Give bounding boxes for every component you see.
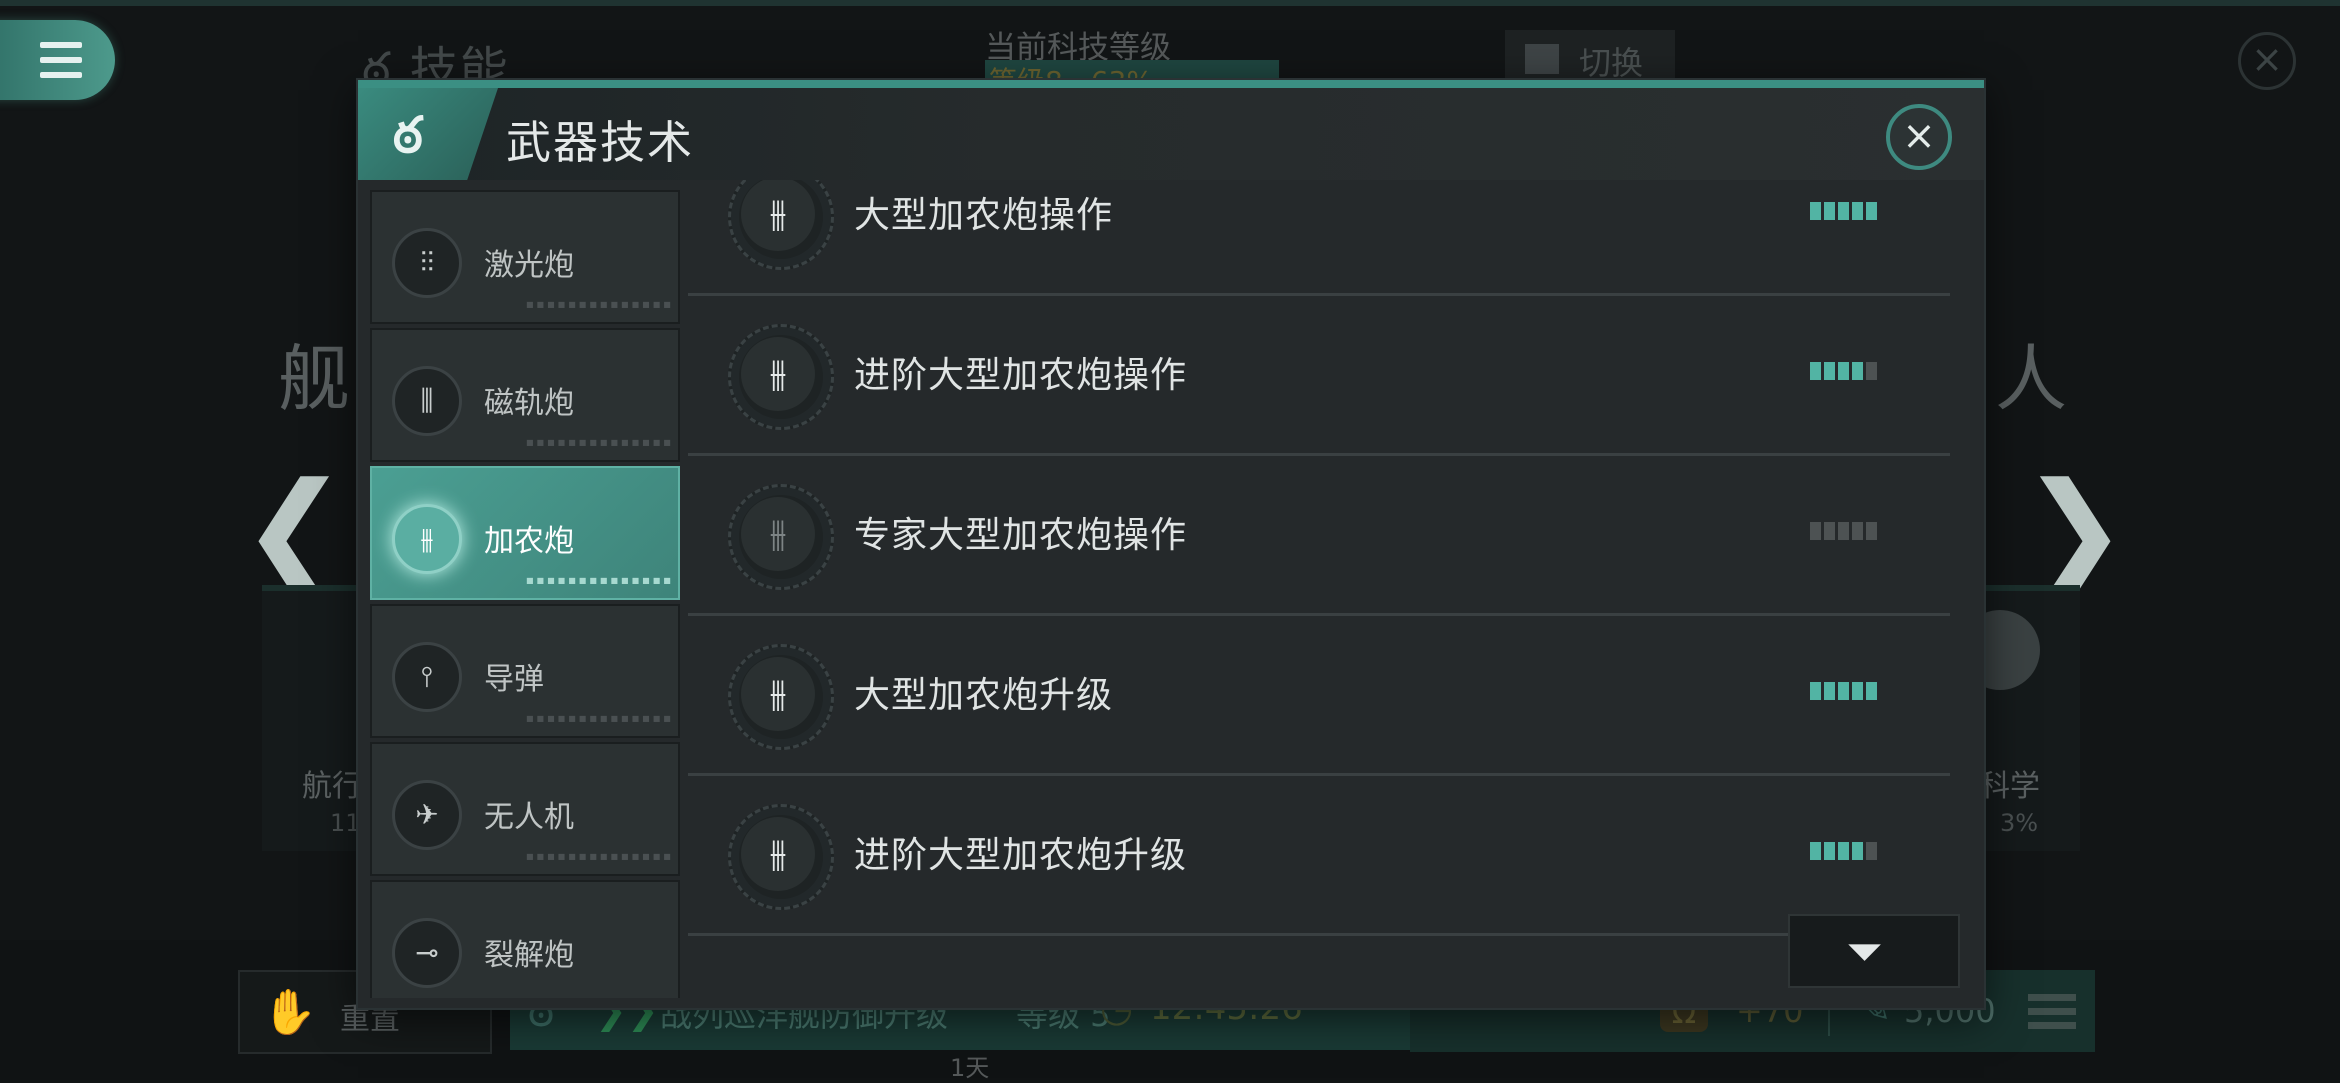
filter-button[interactable]: ⏷ [1788,914,1960,988]
cannon-icon: ⫵ [769,193,787,234]
skill-level-indicator [1810,522,1880,540]
dialog-title: 武器技术 [506,116,695,169]
queue-list-icon[interactable] [2028,994,2076,1030]
skill-row[interactable]: ⫵ 大型加农炮升级 [688,616,1950,776]
cannon-icon: ⫵ [769,353,787,394]
filter-icon: ⏷ [1846,924,1883,978]
level-pip [1852,202,1863,220]
skill-name: 大型加农炮操作 [854,195,1114,236]
skill-level-indicator [1810,362,1880,380]
category-cannon[interactable]: ⫵ 加农炮 ■■■■■■■■■■■■■■ [370,466,680,600]
level-pip [1810,522,1821,540]
skill-level-indicator [1810,682,1880,700]
task-days: 1天 [950,1054,990,1082]
level-pip [1810,362,1821,380]
page-close-button[interactable]: × [2238,32,2296,90]
cannon-icon: ⫵ [420,522,434,555]
skill-level-indicator [1810,842,1880,860]
level-pip [1824,522,1835,540]
level-pip [1824,842,1835,860]
level-pip [1810,682,1821,700]
category-missile[interactable]: ⫯ 导弹 ■■■■■■■■■■■■■■ [370,604,680,738]
skill-row[interactable]: ⫵ 专家大型加农炮操作 [688,456,1950,616]
railgun-icon: ⫼ [420,384,434,417]
level-pip [1866,362,1877,380]
prev-arrow-icon[interactable]: ❮ [240,465,349,595]
level-pip [1824,202,1835,220]
category-label: 磁轨炮 [484,386,574,421]
level-pip [1852,842,1863,860]
skill-name: 专家大型加农炮操作 [854,515,1188,556]
skill-row[interactable]: ⫵ 进阶大型加农炮操作 [688,296,1950,456]
level-pip [1866,522,1877,540]
category-laser[interactable]: ⫶⫶ 激光炮 ■■■■■■■■■■■■■■ [370,190,680,324]
close-button[interactable]: × [1886,104,1952,170]
level-pip [1866,682,1877,700]
skill-name: 进阶大型加农炮升级 [854,835,1188,876]
level-pip [1810,842,1821,860]
level-pip [1838,522,1849,540]
level-pip [1824,362,1835,380]
category-disintegrator[interactable]: ⊸ 裂解炮 [370,880,680,998]
drone-icon: ✈ [415,798,439,831]
top-strip [0,0,2340,6]
category-label: 导弹 [484,662,544,697]
level-pip [1852,362,1863,380]
dna-icon: ఠ [393,106,423,164]
laser-cannon-icon: ⫶⫶ [419,246,434,279]
disintegrator-icon: ⊸ [415,936,439,969]
category-label: 无人机 [484,800,574,835]
level-pip [1824,682,1835,700]
right-section-heading: 人 [1995,337,2068,421]
next-arrow-icon[interactable]: ❯ [2020,465,2129,595]
skill-name: 大型加农炮升级 [854,675,1114,716]
skill-list[interactable]: ⫵ 大型加农炮操作 ⫵ 进阶大型加农炮操作 ⫵ 专家大型加农炮操作 ⫵ 大型加农… [688,180,1950,970]
category-label: 激光炮 [484,248,574,283]
skill-row[interactable]: ⫵ 进阶大型加农炮升级 [688,776,1950,936]
reset-icon: ✋ [262,987,317,1038]
main-menu-button[interactable] [0,20,115,100]
category-label: 加农炮 [484,524,574,559]
level-pip [1852,522,1863,540]
missile-icon: ⫯ [420,660,434,693]
level-pip [1838,842,1849,860]
switch-icon [1525,44,1559,74]
skill-level-indicator [1810,202,1880,220]
level-pip [1838,362,1849,380]
menu-icon [40,42,82,78]
level-pip [1838,202,1849,220]
category-drone[interactable]: ✈ 无人机 ■■■■■■■■■■■■■■ [370,742,680,876]
cannon-icon: ⫵ [769,513,787,554]
cannon-icon: ⫵ [769,833,787,874]
level-pip [1810,202,1821,220]
close-icon: × [1902,113,1936,159]
cannon-icon: ⫵ [769,673,787,714]
navigation-skill-card[interactable]: 航行 11 [262,585,362,851]
weapon-category-list: ⫶⫶ 激光炮 ■■■■■■■■■■■■■■ ⫼ 磁轨炮 ■■■■■■■■■■■■… [370,190,680,998]
switch-button[interactable]: 切换 [1505,30,1675,86]
level-pip [1838,682,1849,700]
level-pip [1866,842,1877,860]
skill-name: 进阶大型加农炮操作 [854,355,1188,396]
level-pip [1852,682,1863,700]
category-label: 裂解炮 [484,938,574,973]
level-pip [1866,202,1877,220]
skill-row[interactable]: ⫵ 大型加农炮操作 [688,180,1950,296]
weapon-tech-dialog: ఠ 武器技术 × ⫶⫶ 激光炮 ■■■■■■■■■■■■■■ ⫼ 磁轨炮 ■■■… [358,80,1984,1008]
category-railgun[interactable]: ⫼ 磁轨炮 ■■■■■■■■■■■■■■ [370,328,680,462]
left-section-heading: 舰 [278,337,351,421]
